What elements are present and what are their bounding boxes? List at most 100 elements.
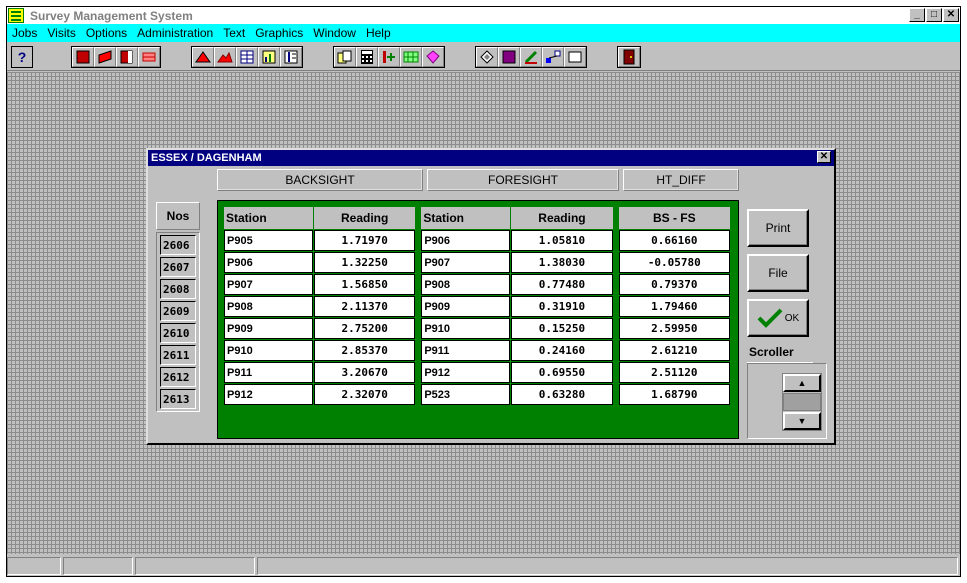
column-separator — [613, 252, 618, 273]
nos-cell[interactable]: 2609 — [160, 301, 196, 321]
menu-visits[interactable]: Visits — [42, 26, 80, 40]
fs-reading-cell[interactable]: 0.31910 — [511, 296, 613, 317]
fs-station-cell[interactable]: P908 — [421, 274, 511, 295]
fs-station-cell[interactable]: P911 — [421, 340, 511, 361]
bs-station-cell[interactable]: P909 — [224, 318, 314, 339]
chart-box-icon[interactable] — [258, 46, 280, 67]
bs-reading-cell[interactable]: 1.71970 — [314, 230, 416, 251]
fs-station-cell[interactable]: P909 — [421, 296, 511, 317]
nos-cell[interactable]: 2606 — [160, 235, 196, 255]
menu-text[interactable]: Text — [218, 26, 250, 40]
axis-icon[interactable] — [378, 46, 400, 67]
fs-station-cell[interactable]: P910 — [421, 318, 511, 339]
menu-window[interactable]: Window — [308, 26, 361, 40]
grid-table-icon[interactable] — [236, 46, 258, 67]
red-triangle-icon[interactable] — [192, 46, 214, 67]
table-row: P908 2.11370 P909 0.31910 1.79460 — [224, 296, 730, 317]
app-icon[interactable] — [8, 8, 24, 23]
fs-reading-cell[interactable]: 1.05810 — [511, 230, 613, 251]
toolbar-group-3 — [333, 45, 445, 68]
scroll-up-arrow[interactable]: ▲ — [783, 374, 821, 392]
nos-cell[interactable]: 2611 — [160, 345, 196, 365]
purple-square-icon[interactable] — [498, 46, 520, 67]
scroller-scrollbar[interactable]: ▲ ▼ — [782, 373, 822, 431]
calculator-icon[interactable] — [356, 46, 378, 67]
menu-bar: Jobs Visits Options Administration Text … — [7, 24, 960, 42]
diff-cell[interactable]: -0.05780 — [618, 252, 730, 273]
menu-jobs[interactable]: Jobs — [7, 26, 42, 40]
scroll-thumb[interactable] — [783, 393, 821, 411]
bs-reading-cell[interactable]: 1.56850 — [314, 274, 416, 295]
print-button[interactable]: Print — [747, 209, 809, 247]
bs-station-cell[interactable]: P910 — [224, 340, 314, 361]
nos-cell[interactable]: 2612 — [160, 367, 196, 387]
bs-reading-cell[interactable]: 1.32250 — [314, 252, 416, 273]
menu-help[interactable]: Help — [361, 26, 396, 40]
red-stack-icon[interactable] — [138, 46, 160, 67]
dialog-close-button[interactable]: ✕ — [817, 151, 831, 163]
table-header-row: Station Reading Station Reading BS - FS — [224, 207, 730, 229]
diff-cell[interactable]: 0.66160 — [618, 230, 730, 251]
diff-cell[interactable]: 2.59950 — [618, 318, 730, 339]
nos-cell[interactable]: 2607 — [160, 257, 196, 277]
fs-station-cell[interactable]: P906 — [421, 230, 511, 251]
diff-cell[interactable]: 1.68790 — [618, 384, 730, 405]
bs-reading-cell[interactable]: 2.32070 — [314, 384, 416, 405]
menu-administration[interactable]: Administration — [132, 26, 218, 40]
file-button-label: File — [768, 266, 788, 280]
network-icon[interactable] — [542, 46, 564, 67]
fs-reading-cell[interactable]: 1.38030 — [511, 252, 613, 273]
close-button[interactable]: ✕ — [943, 8, 959, 22]
diff-cell[interactable]: 1.79460 — [618, 296, 730, 317]
bs-reading-cell[interactable]: 2.75200 — [314, 318, 416, 339]
help-button[interactable]: ? — [11, 45, 33, 68]
toolbar-group-5 — [617, 45, 641, 68]
red-page-icon[interactable] — [116, 46, 138, 67]
nos-cell[interactable]: 2613 — [160, 389, 196, 409]
diff-cell[interactable]: 0.79370 — [618, 274, 730, 295]
bs-station-cell[interactable]: P905 — [224, 230, 314, 251]
fs-reading-cell[interactable]: 0.77480 — [511, 274, 613, 295]
fs-reading-cell[interactable]: 0.24160 — [511, 340, 613, 361]
fs-reading-cell[interactable]: 0.15250 — [511, 318, 613, 339]
nos-cell[interactable]: 2610 — [160, 323, 196, 343]
menu-graphics[interactable]: Graphics — [250, 26, 308, 40]
file-button[interactable]: File — [747, 254, 809, 292]
scroll-down-arrow[interactable]: ▼ — [783, 412, 821, 430]
maximize-button[interactable]: □ — [926, 8, 942, 22]
diff-cell[interactable]: 2.51120 — [618, 362, 730, 383]
ok-button[interactable]: OK — [747, 299, 809, 337]
column-separator — [613, 296, 618, 317]
fs-station-cell[interactable]: P912 — [421, 362, 511, 383]
terrain-icon[interactable] — [214, 46, 236, 67]
minimize-button[interactable]: _ — [909, 8, 925, 22]
fs-station-cell[interactable]: P907 — [421, 252, 511, 273]
menu-options[interactable]: Options — [81, 26, 132, 40]
bs-station-cell[interactable]: P906 — [224, 252, 314, 273]
copy-icon[interactable] — [334, 46, 356, 67]
red-square-icon[interactable] — [72, 46, 94, 67]
diff-cell[interactable]: 2.61210 — [618, 340, 730, 361]
column-separator — [613, 318, 618, 339]
fs-station-cell[interactable]: P523 — [421, 384, 511, 405]
fs-reading-cell[interactable]: 0.69550 — [511, 362, 613, 383]
bs-station-cell[interactable]: P908 — [224, 296, 314, 317]
pencil-icon[interactable] — [520, 46, 542, 67]
exit-door-icon[interactable] — [618, 46, 640, 67]
diamond-icon[interactable] — [476, 46, 498, 67]
table-row: P905 1.71970 P906 1.05810 0.66160 — [224, 230, 730, 251]
columns-icon[interactable] — [280, 46, 302, 67]
bs-station-cell[interactable]: P912 — [224, 384, 314, 405]
bs-reading-cell[interactable]: 2.11370 — [314, 296, 416, 317]
bs-station-cell[interactable]: P907 — [224, 274, 314, 295]
bs-reading-cell[interactable]: 2.85370 — [314, 340, 416, 361]
bs-reading-cell[interactable]: 3.20670 — [314, 362, 416, 383]
pink-gem-icon[interactable] — [422, 46, 444, 67]
red-flag-icon[interactable] — [94, 46, 116, 67]
green-grid-icon[interactable] — [400, 46, 422, 67]
blank-icon[interactable] — [564, 46, 586, 67]
fs-reading-cell[interactable]: 0.63280 — [511, 384, 613, 405]
backsight-header: BACKSIGHT — [217, 169, 423, 191]
bs-station-cell[interactable]: P911 — [224, 362, 314, 383]
nos-cell[interactable]: 2608 — [160, 279, 196, 299]
